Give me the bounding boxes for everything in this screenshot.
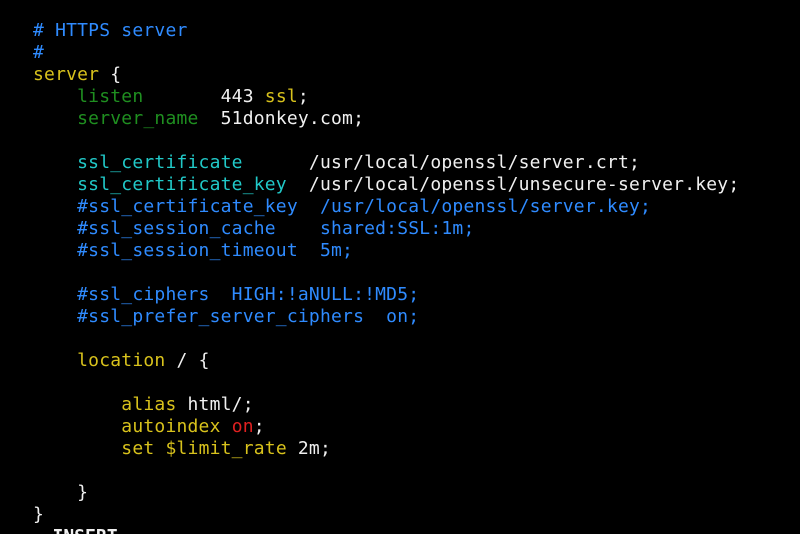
code-token: ssl_certificate_key bbox=[33, 174, 287, 195]
code-line: autoindex on; bbox=[33, 416, 265, 438]
code-token: set bbox=[33, 438, 155, 459]
code-token: ; bbox=[253, 416, 265, 437]
code-token: } bbox=[33, 482, 89, 503]
code-line: # HTTPS server bbox=[33, 20, 188, 42]
code-token: / { bbox=[165, 350, 210, 371]
code-token: server bbox=[33, 64, 100, 85]
code-token: #ssl_session_cache shared:SSL:1m; bbox=[33, 218, 475, 239]
editor-mode-status: -- INSERT -- bbox=[20, 526, 150, 534]
code-token: server_name bbox=[33, 108, 199, 129]
code-line: ssl_certificate_key /usr/local/openssl/u… bbox=[33, 174, 739, 196]
code-token: location bbox=[33, 350, 166, 371]
code-line: } bbox=[33, 482, 88, 504]
code-token: 2m; bbox=[286, 438, 332, 459]
code-line: ssl_certificate /usr/local/openssl/serve… bbox=[33, 152, 640, 174]
code-token: ssl_certificate bbox=[33, 152, 243, 173]
code-token: 51donkey.com; bbox=[198, 108, 365, 129]
code-token: # HTTPS server bbox=[33, 20, 188, 41]
code-token: #ssl_ciphers HIGH:!aNULL:!MD5; bbox=[33, 284, 420, 305]
code-line: #ssl_certificate_key /usr/local/openssl/… bbox=[33, 196, 651, 218]
code-token: /usr/local/openssl/server.crt; bbox=[242, 152, 641, 173]
code-token: listen bbox=[33, 86, 144, 107]
code-token: { bbox=[99, 64, 122, 85]
code-token: html/; bbox=[176, 394, 254, 415]
code-line: listen 443 ssl; bbox=[33, 86, 309, 108]
code-token: 443 bbox=[143, 86, 265, 107]
code-token: $limit_rate bbox=[165, 438, 287, 459]
code-token: #ssl_certificate_key /usr/local/openssl/… bbox=[33, 196, 652, 217]
code-line: #ssl_session_cache shared:SSL:1m; bbox=[33, 218, 474, 240]
code-line: #ssl_session_timeout 5m; bbox=[33, 240, 353, 262]
code-line: #ssl_ciphers HIGH:!aNULL:!MD5; bbox=[33, 284, 419, 306]
code-line: server { bbox=[33, 64, 121, 86]
code-line: location / { bbox=[33, 350, 210, 372]
code-token: /usr/local/openssl/unsecure-server.key; bbox=[286, 174, 740, 195]
code-line: #ssl_prefer_server_ciphers on; bbox=[33, 306, 419, 328]
code-token: } bbox=[33, 504, 45, 525]
code-token: alias bbox=[33, 394, 177, 415]
code-line: } bbox=[33, 504, 44, 526]
code-line: # bbox=[33, 42, 44, 64]
code-line: set $limit_rate 2m; bbox=[33, 438, 331, 460]
code-token: #ssl_session_timeout 5m; bbox=[33, 240, 354, 261]
code-token: autoindex bbox=[33, 416, 221, 437]
code-token: # bbox=[33, 42, 45, 63]
code-token: on bbox=[231, 416, 254, 437]
code-line: server_name 51donkey.com; bbox=[33, 108, 364, 130]
code-token: ssl bbox=[264, 86, 298, 107]
terminal-editor[interactable]: # HTTPS server # server { listen 443 ssl; … bbox=[0, 0, 800, 534]
code-line: alias html/; bbox=[33, 394, 254, 416]
code-token: ; bbox=[297, 86, 309, 107]
code-token: #ssl_prefer_server_ciphers on; bbox=[33, 306, 420, 327]
